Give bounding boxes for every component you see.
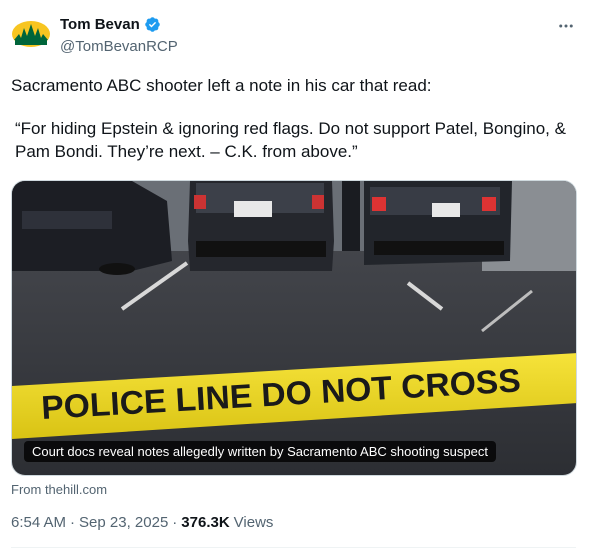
tweet-text: Sacramento ABC shooter left a note in hi… — [11, 74, 581, 163]
more-options-icon — [559, 24, 573, 28]
verified-badge-icon — [144, 17, 160, 32]
tweet-text-line1: Sacramento ABC shooter left a note in hi… — [11, 76, 432, 95]
link-card[interactable]: POLICE LINE DO NOT CROSS Court docs reve… — [11, 180, 577, 476]
meta-separator: · — [172, 514, 178, 531]
police-scene-image: POLICE LINE DO NOT CROSS — [12, 181, 576, 475]
views-count: 376.3K — [181, 514, 230, 531]
tweet-text-quote: “For hiding Epstein & ignoring red flags… — [15, 119, 566, 161]
meta-separator: · — [70, 514, 76, 531]
avatar[interactable] — [11, 14, 51, 54]
more-options-button[interactable] — [556, 16, 576, 36]
author-name[interactable]: Tom Bevan — [60, 16, 140, 33]
author-handle[interactable]: @TomBevanRCP — [60, 38, 178, 55]
author-name-row: Tom Bevan — [60, 16, 161, 33]
sonics-logo-icon — [11, 14, 51, 54]
media-caption: Court docs reveal notes allegedly writte… — [24, 441, 496, 462]
link-source[interactable]: From thehill.com — [11, 482, 107, 497]
tweet-time[interactable]: 6:54 AM — [11, 514, 66, 531]
views-label: Views — [233, 514, 274, 531]
tweet-date[interactable]: Sep 23, 2025 — [79, 514, 168, 531]
tweet: Tom Bevan @TomBevanRCP Sacramento ABC sh… — [0, 0, 592, 552]
divider — [11, 547, 576, 548]
tweet-meta: 6:54 AM · Sep 23, 2025 · 376.3K Views — [11, 514, 273, 531]
